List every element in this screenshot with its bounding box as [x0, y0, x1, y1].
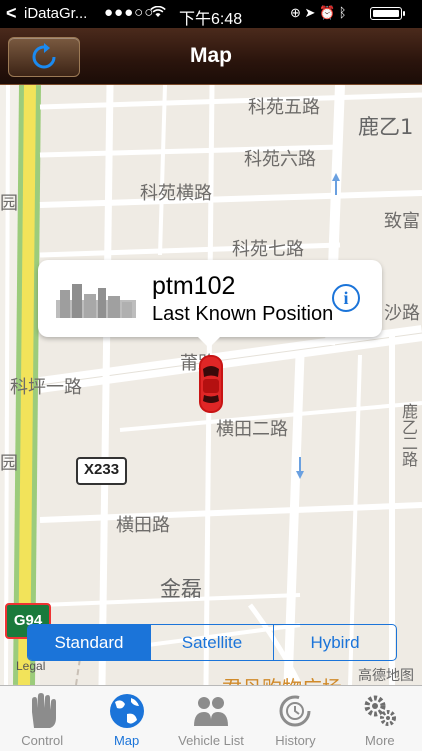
back-to-app-icon[interactable]: <	[6, 3, 17, 23]
map-type-satellite[interactable]: Satellite	[150, 625, 273, 660]
road-shield: X233	[76, 457, 128, 485]
map-label: 园	[0, 193, 18, 214]
status-icons: ⊕ ➤ ⏰ ᛒ	[290, 5, 347, 20]
map-label: 科苑五路	[248, 97, 320, 118]
tab-label: Control	[21, 733, 64, 748]
tab-label: Map	[113, 733, 140, 748]
tab-label: More	[365, 733, 395, 748]
map-label: 科苑六路	[244, 149, 316, 170]
info-button[interactable]: i	[332, 284, 360, 312]
back-app-name[interactable]: iDataGr...	[24, 5, 87, 22]
map-label: 沙路	[384, 303, 420, 324]
wifi-icon	[150, 6, 166, 17]
legal-link[interactable]: Legal	[16, 659, 45, 673]
map-type-standard[interactable]: Standard	[28, 625, 150, 660]
map-label: 横田路	[116, 515, 170, 536]
globe-icon	[109, 694, 144, 728]
tab-map[interactable]: Map	[84, 686, 168, 751]
map-label: 科坪一路	[10, 377, 82, 398]
car-marker-icon[interactable]	[196, 353, 226, 415]
map-label: 致富	[384, 211, 420, 232]
tab-bar: Control Map Vehicle List History More	[0, 685, 422, 751]
map-label: 鹿乙二路	[399, 403, 418, 467]
map-type-hybrid[interactable]: Hybird	[273, 625, 396, 660]
nav-bar: Map	[0, 28, 422, 85]
vehicle-callout[interactable]: ptm102 Last Known Position i	[38, 260, 382, 337]
city-thumbnail-icon	[56, 284, 136, 318]
tab-control[interactable]: Control	[0, 686, 84, 751]
map-label: 鹿乙1	[358, 115, 414, 139]
tab-history[interactable]: History	[253, 686, 337, 751]
map-label: 园	[0, 453, 18, 474]
map-type-segmented-control[interactable]: Standard Satellite Hybird	[27, 624, 397, 661]
battery-icon	[370, 7, 405, 20]
hand-icon	[32, 693, 57, 728]
callout-tail	[197, 336, 221, 348]
map-label: 君丹购物广场	[222, 672, 342, 685]
map-label: 横田二路	[216, 419, 288, 440]
gears-icon	[364, 695, 396, 726]
history-icon	[279, 695, 311, 727]
people-icon	[194, 697, 229, 726]
callout-subtitle: Last Known Position	[152, 303, 334, 325]
map-label: 金磊	[160, 577, 202, 601]
signal-strength: ●●●○○	[104, 4, 155, 21]
map-label: 科苑七路	[232, 239, 304, 260]
page-title: Map	[190, 44, 232, 67]
tab-vehicle-list[interactable]: Vehicle List	[169, 686, 253, 751]
tab-label: History	[275, 733, 316, 748]
map-label: 科苑横路	[140, 183, 212, 204]
info-icon: i	[343, 288, 349, 308]
tab-more[interactable]: More	[338, 686, 422, 751]
vehicle-name: ptm102	[152, 272, 236, 300]
map-provider-logo: 高德地图	[358, 668, 414, 684]
status-time: 下午6:48	[179, 11, 243, 28]
status-bar: < iDataGr... ●●●○○ 下午6:48 ⊕ ➤ ⏰ ᛒ	[0, 0, 422, 28]
tab-label: Vehicle List	[178, 733, 244, 748]
